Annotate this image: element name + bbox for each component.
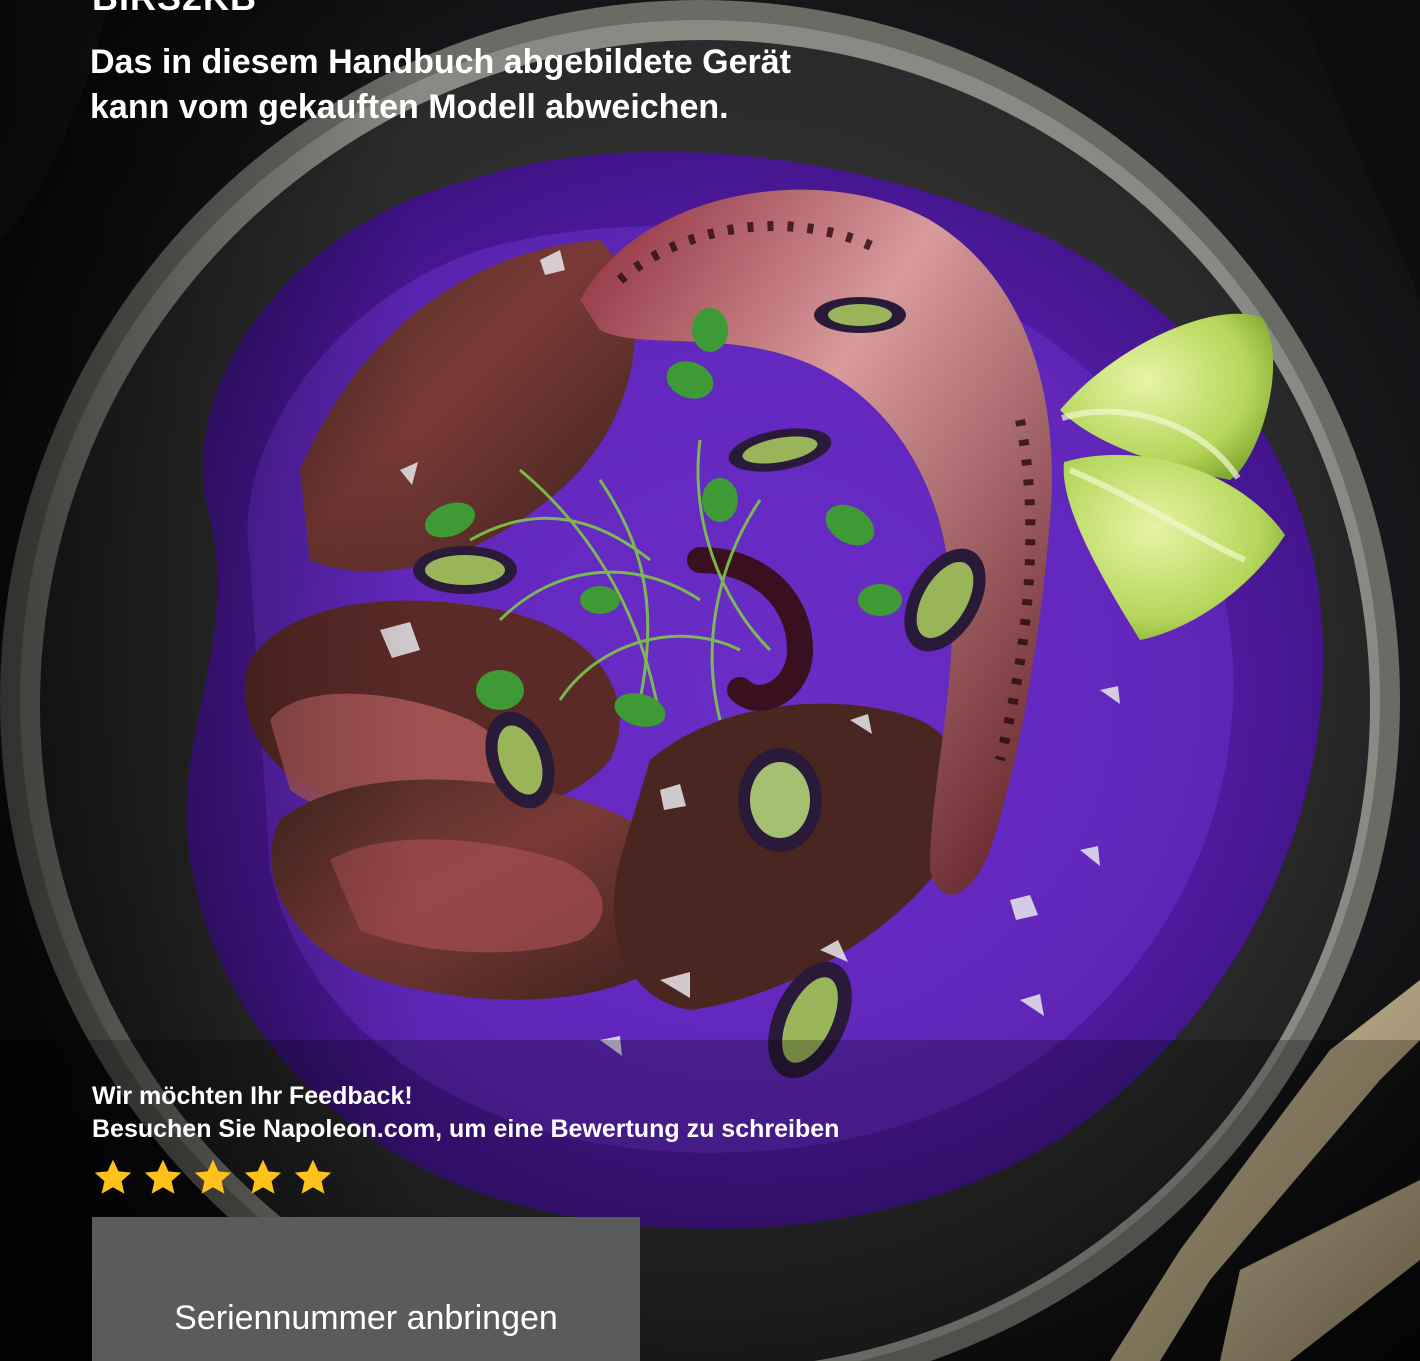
star-icon: [244, 1159, 282, 1194]
star-icon: [294, 1159, 332, 1194]
feedback-block: Wir möchten Ihr Feedback! Besuchen Sie N…: [92, 1080, 839, 1146]
model-code: BIRS2KB: [92, 0, 257, 18]
serial-number-label-area: Seriennummer anbringen: [92, 1217, 640, 1361]
star-icon: [194, 1159, 232, 1194]
rating-stars: [92, 1157, 334, 1207]
feedback-heading: Wir möchten Ihr Feedback!: [92, 1082, 413, 1110]
star-icon: [94, 1159, 132, 1194]
manual-cover-page: BIRS2KB Das in diesem Handbuch abgebilde…: [0, 0, 1420, 1361]
disclaimer-text: Das in diesem Handbuch abgebildete Gerät…: [90, 43, 791, 126]
serial-number-label-text: Seriennummer anbringen: [174, 1299, 558, 1337]
star-icon: [144, 1159, 182, 1194]
feedback-instruction: Besuchen Sie Napoleon.com, um eine Bewer…: [92, 1115, 840, 1143]
